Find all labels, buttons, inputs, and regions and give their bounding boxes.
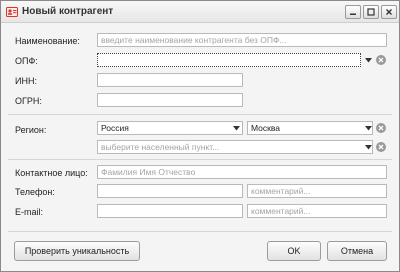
city-clear-icon[interactable] (376, 123, 386, 133)
opf-label: ОПФ: (15, 56, 38, 66)
country-dropdown-arrow[interactable] (231, 121, 241, 135)
country-select[interactable]: Россия (97, 121, 243, 135)
opf-dropdown-arrow[interactable] (363, 53, 373, 67)
check-uniqueness-button[interactable]: Проверить уникальность (14, 241, 140, 261)
email-comment-input[interactable]: комментарий... (247, 204, 387, 218)
close-icon (385, 8, 393, 16)
separator (8, 159, 392, 160)
ok-button[interactable]: OK (267, 241, 321, 261)
dialog-window: Новый контрагент Наименование: введите н… (0, 0, 400, 272)
ogrn-input[interactable] (97, 93, 243, 107)
window-title: Новый контрагент (22, 6, 114, 17)
locality-select[interactable]: выберите населенный пункт... (97, 140, 373, 154)
minimize-icon (349, 8, 357, 16)
locality-dropdown-arrow[interactable] (363, 140, 373, 154)
city-select[interactable]: Москва (247, 121, 373, 135)
email-input[interactable] (97, 204, 243, 218)
email-label: E-mail: (15, 207, 44, 217)
opf-select[interactable] (97, 53, 361, 67)
maximize-button[interactable] (363, 5, 379, 19)
phone-label: Телефон: (15, 187, 55, 197)
minimize-button[interactable] (345, 5, 361, 19)
close-button[interactable] (381, 5, 397, 19)
opf-clear-icon[interactable] (376, 55, 386, 65)
locality-clear-icon[interactable] (376, 142, 386, 152)
name-placeholder: введите наименование контрагента без ОПФ… (101, 35, 287, 45)
title-bar[interactable]: Новый контрагент (1, 1, 399, 23)
contact-card-icon (6, 6, 18, 18)
phone-comment-input[interactable]: комментарий... (247, 184, 387, 198)
name-label: Наименование: (15, 36, 80, 46)
separator (8, 114, 392, 115)
ogrn-label: ОГРН: (15, 96, 42, 106)
separator (8, 231, 392, 232)
inn-input[interactable] (97, 73, 243, 87)
phone-input[interactable] (97, 184, 243, 198)
name-input[interactable]: введите наименование контрагента без ОПФ… (97, 33, 387, 47)
region-label: Регион: (15, 125, 47, 135)
contact-input[interactable]: Фамилия Имя Отчество (97, 165, 387, 179)
cancel-button[interactable]: Отмена (327, 241, 387, 261)
contact-label: Контактное лицо: (15, 168, 88, 178)
inn-label: ИНН: (15, 76, 37, 86)
city-dropdown-arrow[interactable] (363, 121, 373, 135)
maximize-icon (367, 8, 375, 16)
